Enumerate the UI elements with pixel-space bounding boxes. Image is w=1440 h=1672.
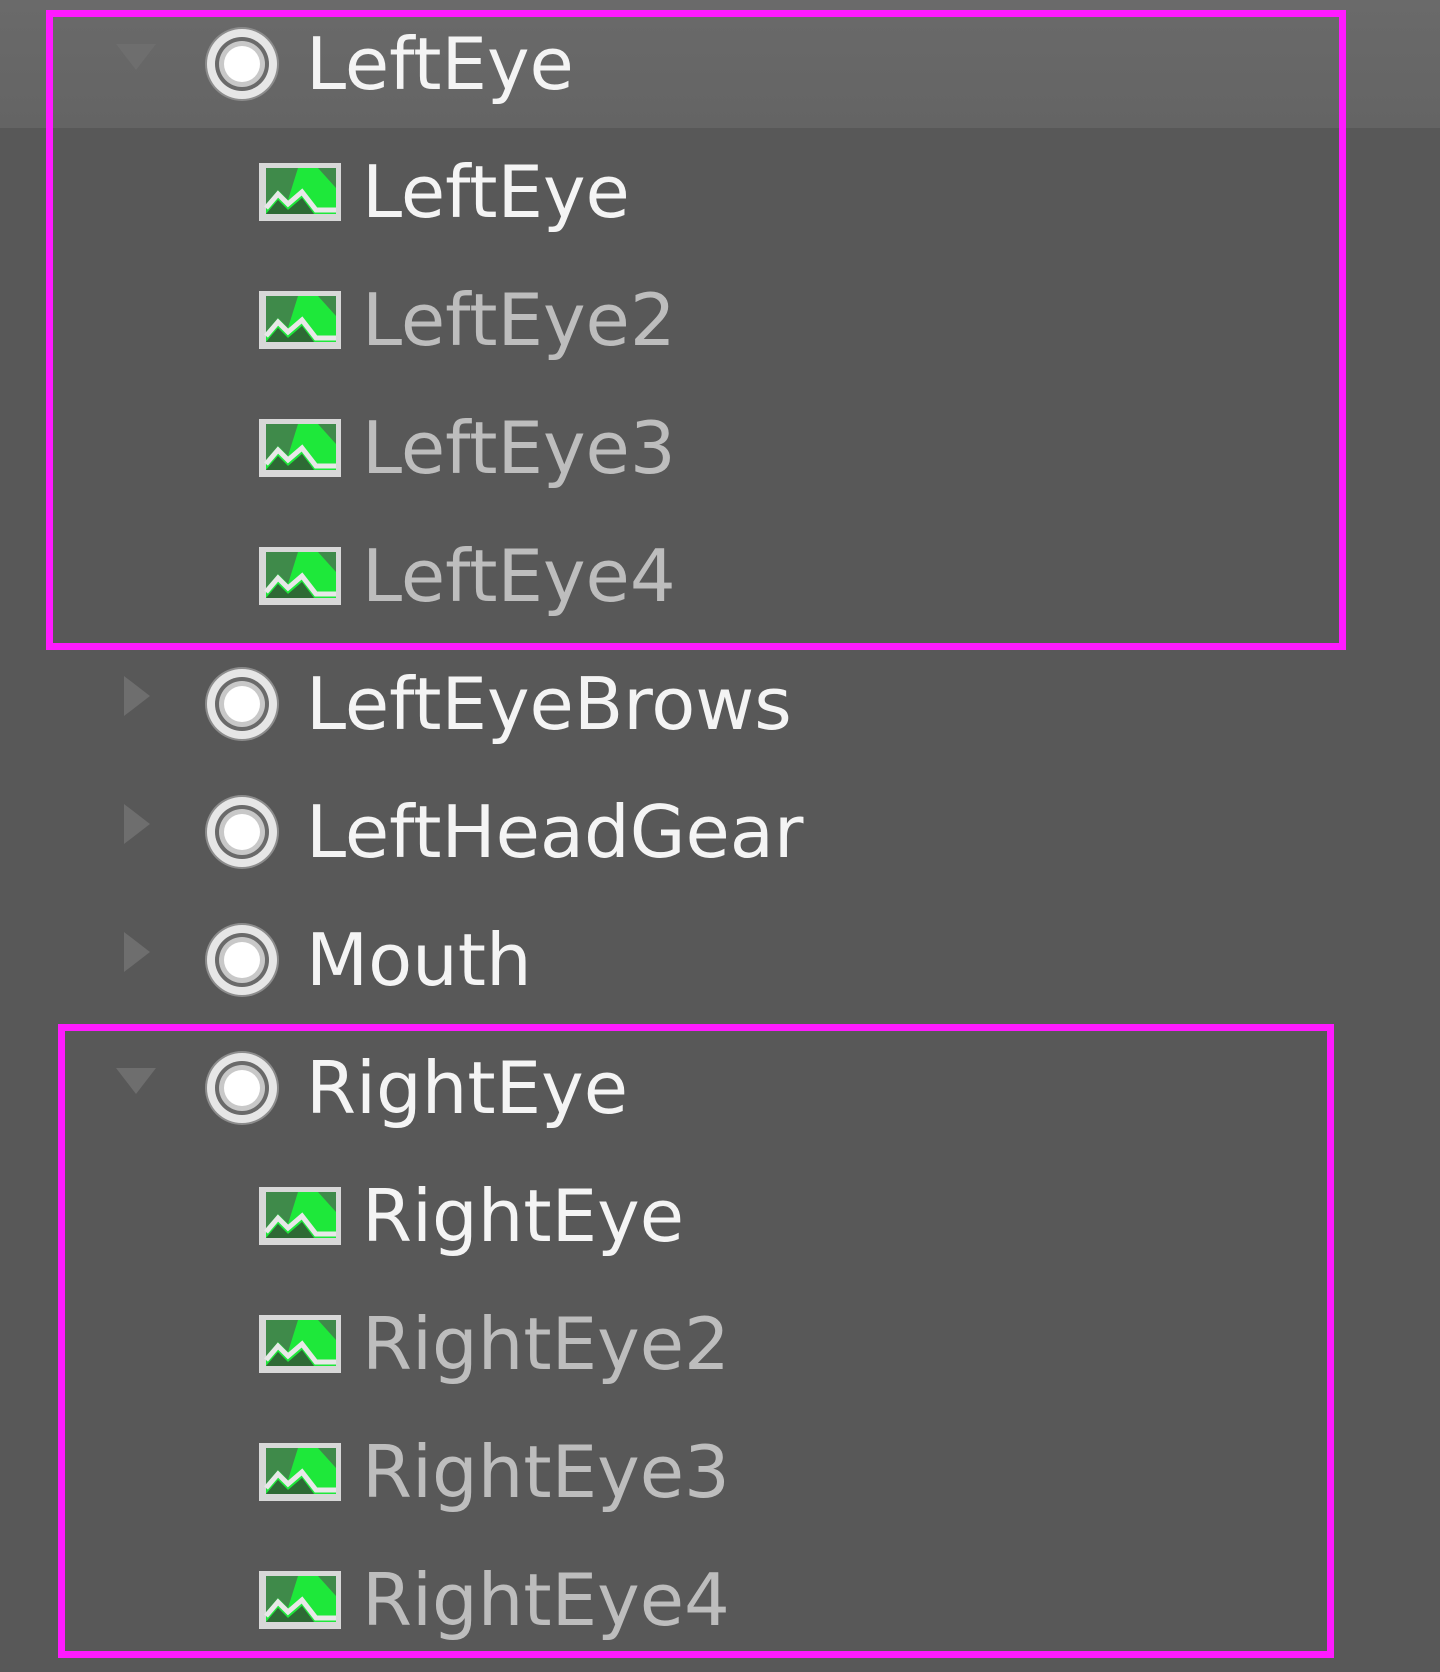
tree-node-label: LeftEye (362, 150, 630, 234)
decal-image-icon (256, 288, 344, 352)
tree-node-decal-lefteye3[interactable]: LeftEye3 (0, 384, 1440, 512)
decal-image-icon (256, 1312, 344, 1376)
expand-arrow-down-icon[interactable] (112, 0, 176, 128)
tree-node-label: Mouth (306, 918, 532, 1002)
tree-node-label: RightEye2 (362, 1302, 730, 1386)
tree-node-decal-righteye2[interactable]: RightEye2 (0, 1280, 1440, 1408)
decal-image-icon (256, 1184, 344, 1248)
tree-node-label: LeftEye4 (362, 534, 676, 618)
tree-node-decal-righteye[interactable]: RightEye (0, 1152, 1440, 1280)
expand-arrow-down-icon[interactable] (112, 1024, 176, 1152)
attachment-icon (205, 667, 279, 741)
tree-node-label: LeftEye2 (362, 278, 676, 362)
tree-node-lefteye[interactable]: LeftEye (0, 0, 1440, 128)
tree-node-lefteyebrows[interactable]: LeftEyeBrows (0, 640, 1440, 768)
tree-node-decal-righteye3[interactable]: RightEye3 (0, 1408, 1440, 1536)
tree-node-righteye[interactable]: RightEye (0, 1024, 1440, 1152)
tree-node-label: LeftEyeBrows (306, 662, 792, 746)
tree-node-leftheadgear[interactable]: LeftHeadGear (0, 768, 1440, 896)
tree-node-decal-lefteye[interactable]: LeftEye (0, 128, 1440, 256)
expand-arrow-right-icon[interactable] (112, 640, 176, 768)
tree-node-decal-lefteye4[interactable]: LeftEye4 (0, 512, 1440, 640)
attachment-icon (205, 795, 279, 869)
tree-node-label: RightEye3 (362, 1430, 730, 1514)
decal-image-icon (256, 1568, 344, 1632)
explorer-tree: LeftEye LeftEye LeftEye2 LeftEye3 LeftEy… (0, 0, 1440, 1672)
decal-image-icon (256, 160, 344, 224)
tree-node-label: LeftEye3 (362, 406, 676, 490)
tree-node-label: RightEye (362, 1174, 684, 1258)
tree-node-label: LeftHeadGear (306, 790, 804, 874)
decal-image-icon (256, 416, 344, 480)
tree-node-label: RightEye (306, 1046, 628, 1130)
tree-node-label: LeftEye (306, 22, 574, 106)
attachment-icon (205, 923, 279, 997)
tree-node-decal-righteye4[interactable]: RightEye4 (0, 1536, 1440, 1664)
tree-node-label: RightEye4 (362, 1558, 730, 1642)
decal-image-icon (256, 544, 344, 608)
expand-arrow-right-icon[interactable] (112, 768, 176, 896)
expand-arrow-right-icon[interactable] (112, 896, 176, 1024)
decal-image-icon (256, 1440, 344, 1504)
tree-node-mouth[interactable]: Mouth (0, 896, 1440, 1024)
attachment-icon (205, 27, 279, 101)
tree-node-decal-lefteye2[interactable]: LeftEye2 (0, 256, 1440, 384)
attachment-icon (205, 1051, 279, 1125)
